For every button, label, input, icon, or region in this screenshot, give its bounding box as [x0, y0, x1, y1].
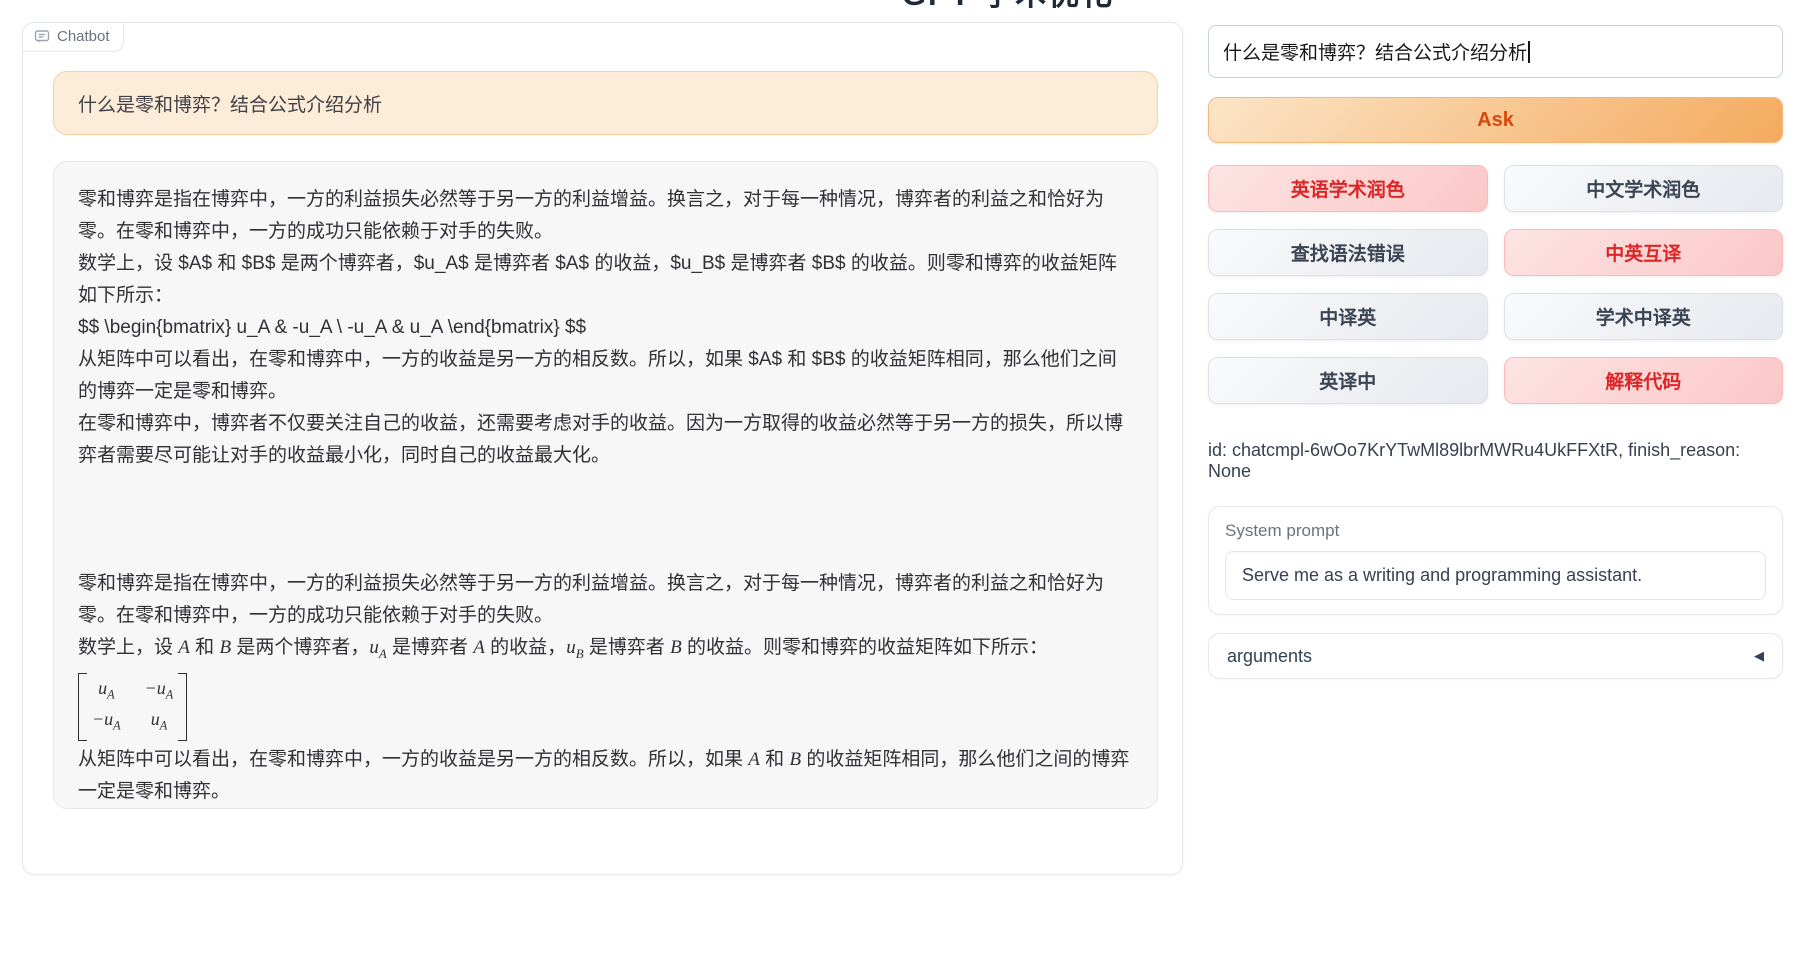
bot-message-matrix: uA−uA−uAuA [78, 670, 1133, 744]
chatbot-panel: Chatbot 什么是零和博弈？结合公式介绍分析 零和博弈是指在博弈中，一方的利… [22, 22, 1183, 875]
bot-message-line: 从矩阵中可以看出，在零和博弈中，一方的收益是另一方的相反数。所以，如果 $A$ … [78, 344, 1133, 408]
bot-message-gap [78, 472, 1133, 568]
system-prompt-label: System prompt [1225, 521, 1766, 541]
bot-message-line: $$ \begin{bmatrix} u_A & -u_A \ -u_A & u… [78, 312, 1133, 344]
chatbot-label: Chatbot [23, 23, 124, 52]
function-button[interactable]: 英译中 [1208, 357, 1488, 404]
page-title-text: GPT 学术优化 [893, 0, 1123, 8]
collapse-arrow-icon: ◀ [1754, 648, 1764, 664]
function-button[interactable]: 学术中译英 [1504, 293, 1784, 340]
function-button[interactable]: 中英互译 [1504, 229, 1784, 276]
system-prompt-input[interactable]: Serve me as a writing and programming as… [1225, 551, 1766, 600]
chatbot-label-text: Chatbot [57, 28, 110, 45]
app-root: GPT 学术优化 Chatbot 什么是零和博弈？结合公式介绍分析 零和博弈是指… [0, 0, 1814, 961]
arguments-accordion[interactable]: arguments ◀ [1208, 633, 1783, 679]
function-button[interactable]: 解释代码 [1504, 357, 1784, 404]
page-title-clipped: GPT 学术优化 [893, 0, 1123, 8]
text-caret [1528, 41, 1530, 63]
bot-message-line: 在零和博弈中，博弈者不仅要关注自己的收益，还需要考虑对手的收益。因为一方取得的收… [78, 408, 1133, 472]
arguments-accordion-label: arguments [1227, 646, 1312, 667]
bot-message-line: 从矩阵中可以看出，在零和博弈中，一方的收益是另一方的相反数。所以，如果 A 和 … [78, 744, 1133, 808]
ask-button[interactable]: Ask [1208, 97, 1783, 143]
function-button[interactable]: 中文学术润色 [1504, 165, 1784, 212]
chat-bubble-icon [34, 29, 50, 45]
question-input-value: 什么是零和博弈？结合公式介绍分析 [1223, 43, 1527, 64]
function-button[interactable]: 英语学术润色 [1208, 165, 1488, 212]
bot-message-line: 数学上，设 A 和 B 是两个博弈者，uA 是博弈者 A 的收益，uB 是博弈者… [78, 632, 1133, 670]
bot-message-line: 在零和博弈中，博弈者不仅要关注自己的收益，还需要考虑对手的收益。因为一方取得的收… [78, 808, 1133, 809]
system-prompt-group: System prompt Serve me as a writing and … [1208, 506, 1783, 615]
user-message: 什么是零和博弈？结合公式介绍分析 [53, 71, 1158, 135]
bot-message-line: 零和博弈是指在博弈中，一方的利益损失必然等于另一方的利益增益。换言之，对于每一种… [78, 568, 1133, 632]
status-line: id: chatcmpl-6wOo7KrYTwMl89lbrMWRu4UkFFX… [1208, 440, 1783, 482]
function-button[interactable]: 查找语法错误 [1208, 229, 1488, 276]
bot-message: 零和博弈是指在博弈中，一方的利益损失必然等于另一方的利益增益。换言之，对于每一种… [53, 161, 1158, 809]
user-message-text: 什么是零和博弈？结合公式介绍分析 [78, 90, 382, 117]
bot-message-line: 数学上，设 $A$ 和 $B$ 是两个博弈者，$u_A$ 是博弈者 $A$ 的收… [78, 248, 1133, 312]
control-column: 什么是零和博弈？结合公式介绍分析 Ask 英语学术润色中文学术润色查找语法错误中… [1208, 25, 1783, 679]
function-button[interactable]: 中译英 [1208, 293, 1488, 340]
function-button-grid: 英语学术润色中文学术润色查找语法错误中英互译中译英学术中译英英译中解释代码 [1208, 165, 1783, 404]
question-input[interactable]: 什么是零和博弈？结合公式介绍分析 [1208, 25, 1783, 78]
bot-message-line: 零和博弈是指在博弈中，一方的利益损失必然等于另一方的利益增益。换言之，对于每一种… [78, 184, 1133, 248]
